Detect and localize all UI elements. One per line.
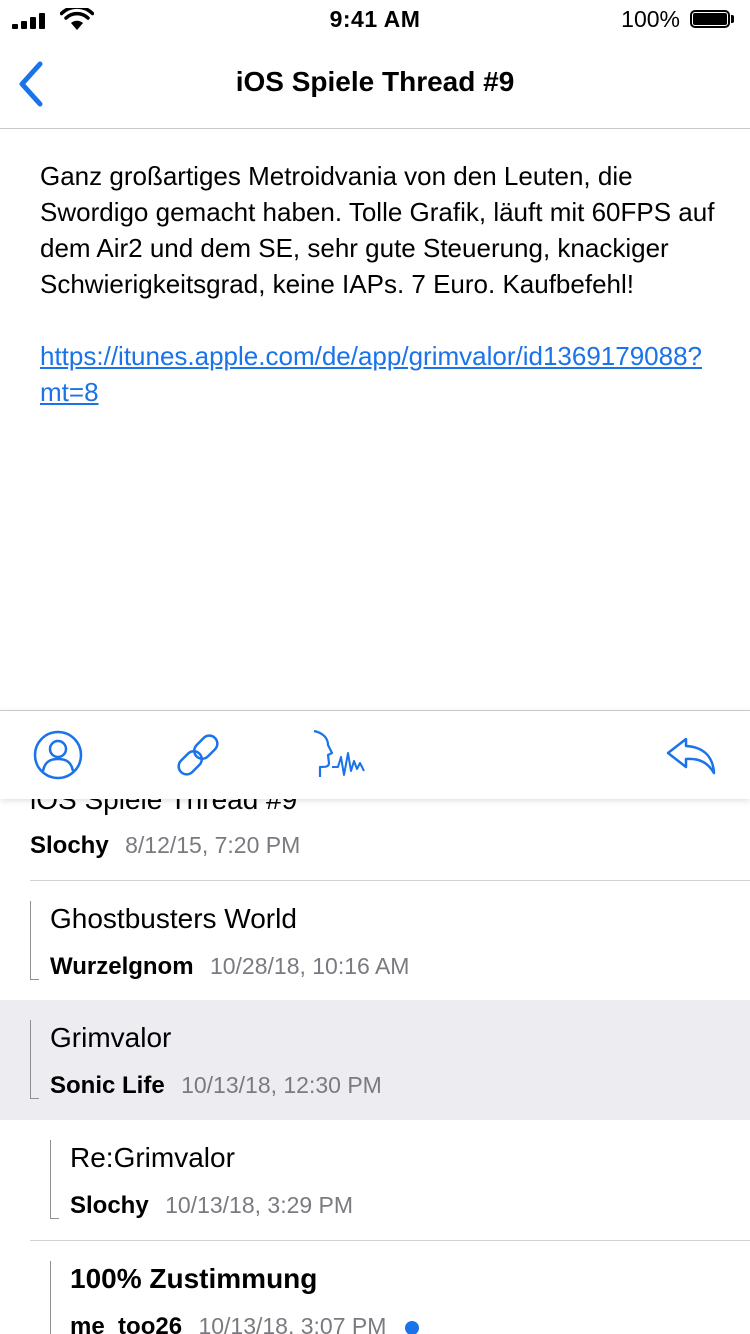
thread-tree-line xyxy=(50,1140,59,1219)
unread-dot xyxy=(404,1320,419,1334)
reply-button[interactable] xyxy=(664,727,720,783)
thread-row-grimvalor[interactable]: Grimvalor Sonic Life 10/13/18, 12:30 PM xyxy=(0,1000,750,1120)
thread-tree-line xyxy=(30,1020,39,1099)
thread-row-title: Grimvalor xyxy=(50,1022,172,1053)
profile-icon xyxy=(33,730,83,780)
thread-row-ghostbusters[interactable]: Ghostbusters World Wurzelgnom 10/28/18, … xyxy=(0,881,750,1000)
thread-row-date: 10/13/18, 12:30 PM xyxy=(181,1072,382,1098)
thread-row-author: Wurzelgnom xyxy=(50,953,194,980)
thread-tree-line xyxy=(30,901,39,980)
thread-row-title: 100% Zustimmung xyxy=(70,1263,318,1294)
thread-row-author: Slochy xyxy=(30,832,109,859)
reply-icon xyxy=(666,737,716,775)
link-icon xyxy=(177,734,219,776)
post-text: Ganz großartiges Metroidvania von den Le… xyxy=(40,161,715,299)
navigation-bar: iOS Spiele Thread #9 xyxy=(0,40,750,129)
battery-percentage: 100% xyxy=(621,6,680,32)
speak-icon xyxy=(313,729,365,777)
post-link[interactable]: https://itunes.apple.com/de/app/grimvalo… xyxy=(40,338,720,410)
thread-row-meta: Slochy 8/12/15, 7:20 PM xyxy=(30,832,300,860)
thread-row-date: 10/13/18, 3:29 PM xyxy=(165,1192,354,1218)
thread-row-title: Ghostbusters World xyxy=(50,903,297,934)
page-title: iOS Spiele Thread #9 xyxy=(235,66,515,97)
thread-row-author: me_too26 xyxy=(70,1313,183,1334)
status-bar: 9:41 AM 100% xyxy=(0,0,750,40)
link-button[interactable] xyxy=(170,727,226,783)
thread-tree-line xyxy=(50,1261,59,1334)
thread-row-date: 10/28/18, 10:16 AM xyxy=(209,953,410,979)
battery-icon xyxy=(690,10,736,30)
thread-list[interactable]: iOS Spiele Thread #9 Slochy 8/12/15, 7:2… xyxy=(0,780,750,1334)
thread-row-title: Re:Grimvalor xyxy=(70,1142,235,1173)
thread-row-date: 8/12/15, 7:20 PM xyxy=(125,832,301,858)
thread-row-re-grimvalor[interactable]: Re:Grimvalor Slochy 10/13/18, 3:29 PM xyxy=(0,1120,750,1240)
thread-row-date: 10/13/18, 3:07 PM xyxy=(198,1313,387,1334)
thread-row-meta: Sonic Life 10/13/18, 12:30 PM xyxy=(50,1072,382,1100)
profile-button[interactable] xyxy=(30,727,86,783)
thread-row-zustimmung[interactable]: 100% Zustimmung me_too26 10/13/18, 3:07 … xyxy=(0,1241,750,1334)
thread-row-author: Slochy xyxy=(70,1192,149,1219)
thread-row-meta: Wurzelgnom 10/28/18, 10:16 AM xyxy=(50,953,409,981)
thread-row-author: Sonic Life xyxy=(50,1072,165,1099)
post-content: Ganz großartiges Metroidvania von den Le… xyxy=(40,158,720,410)
thread-row-meta: me_too26 10/13/18, 3:07 PM xyxy=(70,1313,419,1334)
thread-row-meta: Slochy 10/13/18, 3:29 PM xyxy=(70,1192,353,1220)
speak-button[interactable] xyxy=(308,727,368,783)
post-toolbar xyxy=(0,710,750,799)
